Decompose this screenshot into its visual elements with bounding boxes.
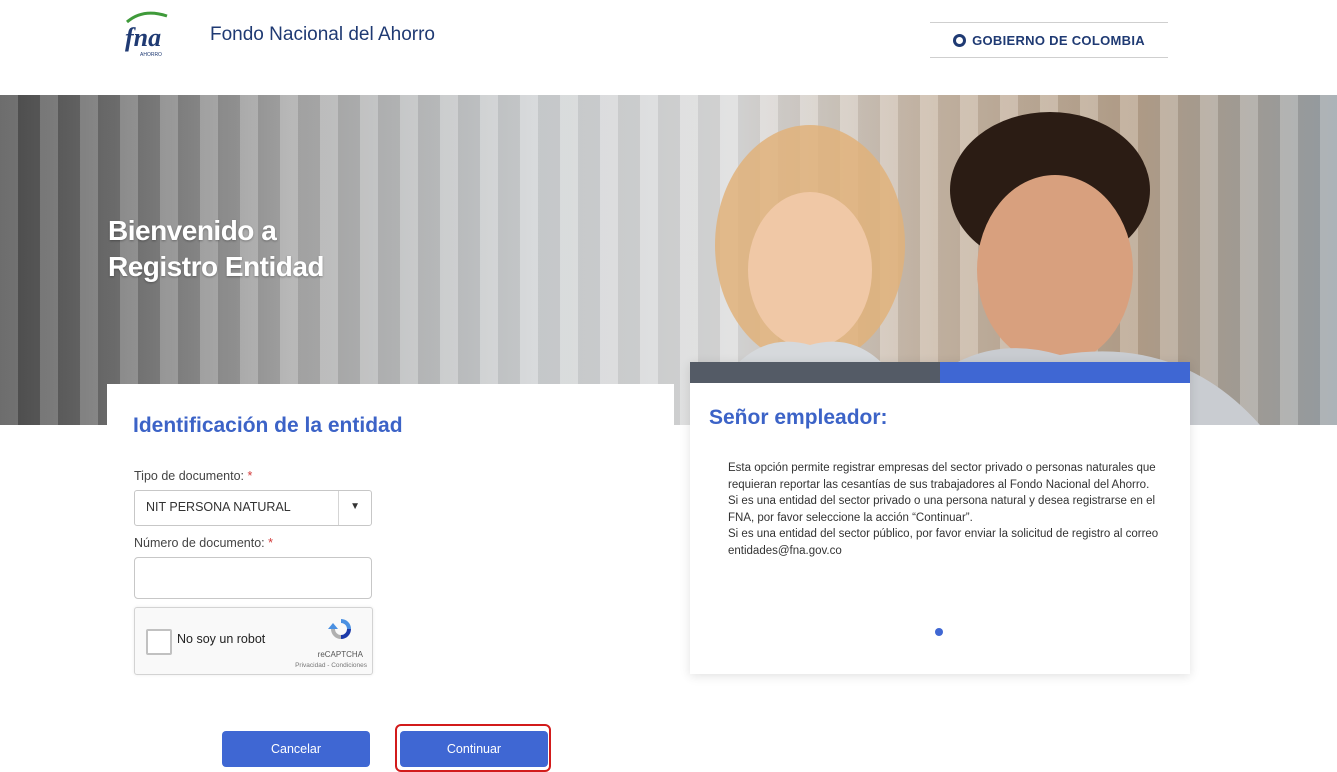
employer-info-card: Señor empleador: Esta opción permite reg… [690,362,1190,674]
required-mark: * [268,536,273,550]
doc-number-input[interactable] [134,557,372,599]
recaptcha-links[interactable]: Privacidad - Condiciones [295,662,367,669]
logo-subtext: AHORRO [140,52,162,58]
doc-type-select[interactable]: NIT PERSONA NATURAL ▼ [134,490,372,526]
card-top-bar-dark [690,362,940,383]
recaptcha-checkbox[interactable] [146,629,172,655]
info-paragraph-2: Si es una entidad del sector privado o u… [728,495,1156,524]
info-title: Señor empleador: [709,406,888,429]
select-divider [338,491,339,525]
government-badge[interactable]: GOBIERNO DE COLOMBIA [930,22,1168,58]
form-title: Identificación de la entidad [133,414,403,437]
continue-highlight-box [395,724,551,772]
doc-type-label: Tipo de documento: * [134,469,252,483]
info-paragraph-3: Si es una entidad del sector público, po… [728,528,1159,557]
doc-number-label: Número de documento: * [134,536,273,550]
logo-text: fna [125,23,161,52]
doc-type-label-text: Tipo de documento: [134,469,245,483]
recaptcha-icon [328,619,351,639]
doc-type-value: NIT PERSONA NATURAL [146,500,291,514]
card-top-bar-blue [940,362,1190,383]
hero-title: Bienvenido a Registro Entidad [108,213,325,285]
recaptcha-brand: reCAPTCHA [317,650,363,659]
info-paragraph-1: Esta opción permite registrar empresas d… [728,462,1156,491]
identification-form: Identificación de la entidad Tipo de doc… [107,384,674,763]
hero-title-line-2: Registro Entidad [108,251,325,282]
brand-name: Fondo Nacional del Ahorro [210,24,435,45]
colombia-seal-icon [953,33,967,47]
cancel-button[interactable]: Cancelar [222,731,370,767]
info-text: Esta opción permite registrar empresas d… [728,460,1178,559]
hero-title-line-1: Bienvenido a [108,215,277,246]
recaptcha-widget: No soy un robot reCAPTCHA Privacidad - C… [134,607,373,675]
carousel-dot[interactable] [935,628,943,636]
required-mark: * [247,469,253,483]
recaptcha-label: No soy un robot [177,632,266,646]
chevron-down-icon[interactable]: ▼ [350,501,360,512]
government-label: GOBIERNO DE COLOMBIA [972,32,1145,48]
site-header: fna AHORRO Fondo Nacional del Ahorro GOB… [0,0,1337,95]
doc-number-label-text: Número de documento: [134,536,265,550]
fna-logo[interactable]: fna AHORRO [123,10,173,58]
